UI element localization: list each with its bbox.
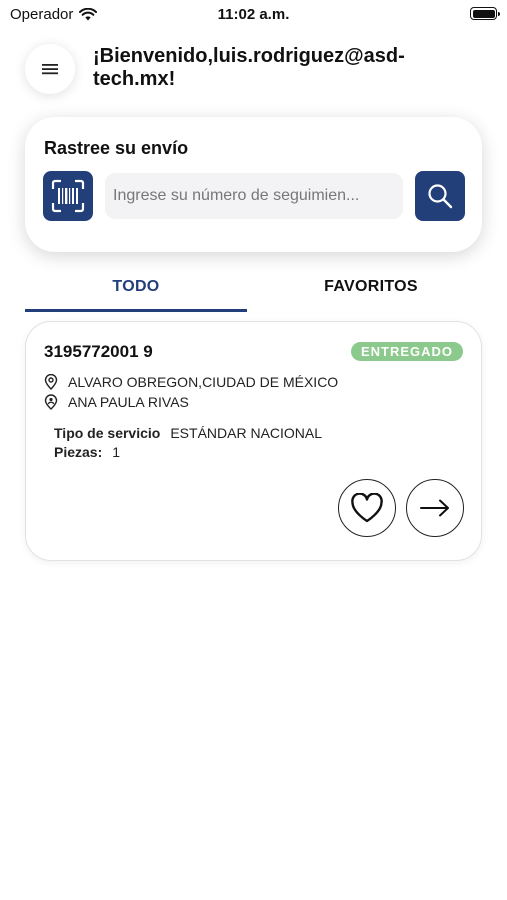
menu-button[interactable]: [25, 44, 75, 94]
battery-icon: [470, 7, 500, 20]
status-bar: Operador 11:02 a.m.: [0, 0, 507, 30]
welcome-message: ¡Bienvenido,luis.rodriguez@asd-tech.mx!: [93, 45, 405, 90]
shipment-card[interactable]: 3195772001 9 ENTREGADO ALVARO OBREGON,CI…: [25, 321, 482, 561]
address-text: ALVARO OBREGON,CIUDAD DE MÉXICO: [68, 374, 339, 390]
tab-favoritos[interactable]: FAVORITOS: [260, 270, 482, 312]
heart-icon: [351, 493, 383, 523]
recipient-text: ANA PAULA RIVAS: [68, 394, 189, 410]
tracking-card: Rastree su envío: [25, 117, 482, 252]
address-line: ALVARO OBREGON,CIUDAD DE MÉXICO: [44, 374, 338, 390]
barcode-scan-icon: [51, 179, 85, 213]
tab-todo[interactable]: TODO: [25, 270, 247, 312]
barcode-scan-button[interactable]: [43, 171, 93, 221]
service-row: Tipo de servicio ESTÁNDAR NACIONAL: [54, 425, 322, 441]
menu-icon: [42, 64, 58, 75]
tracking-title: Rastree su envío: [44, 138, 189, 158]
person-pin-icon: [44, 394, 58, 410]
favorite-button[interactable]: [338, 479, 396, 537]
search-button[interactable]: [415, 171, 465, 221]
service-value: ESTÁNDAR NACIONAL: [170, 425, 323, 441]
tracking-number-input[interactable]: [105, 173, 403, 219]
recipient-line: ANA PAULA RIVAS: [44, 394, 189, 410]
search-icon: [428, 184, 453, 209]
view-details-button[interactable]: [406, 479, 464, 537]
status-time: 11:02 a.m.: [217, 6, 290, 23]
shipment-tabs: TODO FAVORITOS: [25, 270, 482, 312]
service-label: Tipo de servicio: [54, 425, 161, 441]
pieces-label: Piezas:: [54, 444, 103, 460]
pieces-row: Piezas: 1: [54, 444, 120, 460]
pieces-value: 1: [112, 444, 121, 460]
status-badge: ENTREGADO: [350, 342, 463, 361]
arrow-right-icon: [420, 499, 449, 517]
location-pin-icon: [44, 374, 58, 390]
tracking-number: 3195772001 9: [44, 342, 153, 361]
